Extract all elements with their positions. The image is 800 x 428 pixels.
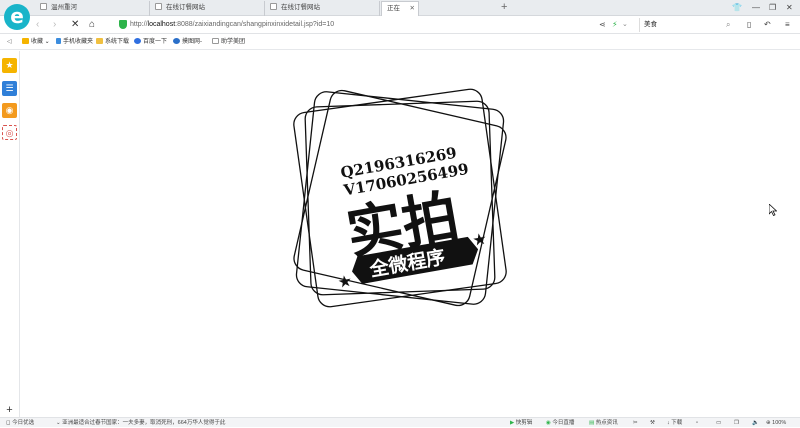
bookmark-motu[interactable]: 摸图网- xyxy=(173,34,202,50)
chevron-down-icon[interactable]: ⌄ xyxy=(622,18,628,32)
paw-icon xyxy=(134,38,141,44)
bookmarks-bar: ◁ 收藏 ⌄ 手机收藏夹 系统下载 百度一下 摸图网- 助学美团 xyxy=(0,34,800,50)
star-icon xyxy=(22,38,29,44)
back-icon[interactable]: ‹ xyxy=(36,18,39,32)
new-tab-button[interactable]: + xyxy=(501,0,507,15)
tab-3[interactable]: 在线订餐网站 xyxy=(265,1,380,16)
status-bar: ◻ 今日优选 ⌄ 亚洲最适合过春节国家：一夫多妻，取消死刑，664万华人觉得于此… xyxy=(0,417,800,427)
close-window-icon[interactable]: ✕ xyxy=(786,0,793,15)
address-bar-row: ‹ › ✕ ⌂ http://localhost:8088/zaixiandin… xyxy=(0,16,800,34)
browser-logo-icon[interactable]: e xyxy=(4,4,30,30)
folder-icon xyxy=(96,38,103,44)
target-icon[interactable]: ◎ xyxy=(2,125,17,140)
menu-icon[interactable]: ≡ xyxy=(785,18,790,32)
bookmark-baidu[interactable]: 百度一下 xyxy=(134,34,167,50)
watermark-stamp-image: Q2196316269 V17060256499 实拍 全微程序 ★ ★ xyxy=(293,88,507,308)
bookmark-zhuxue[interactable]: 助学美团 xyxy=(212,34,245,50)
tab-bar: 温州重河 在线订餐网站 在线订餐网站 正在 ✕ + 👕 — ❐ ✕ xyxy=(0,0,800,16)
mouse-cursor-icon xyxy=(769,204,777,216)
tab-title: 在线订餐网站 xyxy=(166,4,205,11)
star-icon: ★ xyxy=(336,273,353,292)
globe-icon xyxy=(173,38,180,44)
stop-icon[interactable]: ✕ xyxy=(71,18,79,32)
tab-2[interactable]: 在线订餐网站 xyxy=(150,1,265,16)
url-text[interactable]: http://localhost:8088/zaixiandingcan/sha… xyxy=(130,18,334,32)
tab-title: 在线订餐网站 xyxy=(281,4,320,11)
bookmark-mobile[interactable]: 手机收藏夹 xyxy=(56,34,93,50)
home-icon[interactable]: ⌂ xyxy=(89,18,95,32)
tablet-icon[interactable]: ▯ xyxy=(747,18,751,32)
close-tab-icon[interactable]: ✕ xyxy=(410,2,415,16)
collapse-sidebar-icon[interactable]: ◁ xyxy=(7,34,12,50)
url-field[interactable]: http://localhost:8088/zaixiandingcan/sha… xyxy=(114,18,634,32)
star-icon: ★ xyxy=(471,231,488,250)
tab-title: 正在 xyxy=(387,5,400,12)
tab-1[interactable]: 温州重河 xyxy=(35,1,150,16)
page-icon xyxy=(212,38,219,44)
sidebar: ★ ☰ ◉ ◎ + xyxy=(0,51,20,418)
search-icon[interactable]: ⌕ xyxy=(726,18,730,32)
tab-active[interactable]: 正在 ✕ xyxy=(381,1,419,16)
page-icon xyxy=(270,3,277,10)
page-icon xyxy=(155,3,162,10)
restore-icon[interactable]: ❐ xyxy=(769,0,776,15)
add-sidebar-icon[interactable]: + xyxy=(2,403,17,418)
news-list-icon[interactable]: ☰ xyxy=(2,81,17,96)
weibo-icon[interactable]: ◉ xyxy=(2,103,17,118)
bookmark-system-download[interactable]: 系统下载 xyxy=(96,34,129,50)
phone-icon xyxy=(56,38,61,44)
shield-icon xyxy=(119,20,127,29)
search-input[interactable]: 美食 xyxy=(639,18,739,32)
favorites-star-icon[interactable]: ★ xyxy=(2,58,17,73)
share-icon[interactable]: ⋖ xyxy=(599,18,606,32)
lightning-icon[interactable]: ⚡ xyxy=(612,18,618,32)
shirt-icon[interactable]: 👕 xyxy=(732,0,742,15)
tab-title: 温州重河 xyxy=(51,4,77,11)
page-icon xyxy=(40,3,47,10)
forward-icon[interactable]: › xyxy=(53,18,56,32)
bookmark-favorites[interactable]: 收藏 ⌄ xyxy=(22,34,50,50)
minimize-icon[interactable]: — xyxy=(752,0,760,15)
undo-icon[interactable]: ↶ xyxy=(764,18,771,32)
